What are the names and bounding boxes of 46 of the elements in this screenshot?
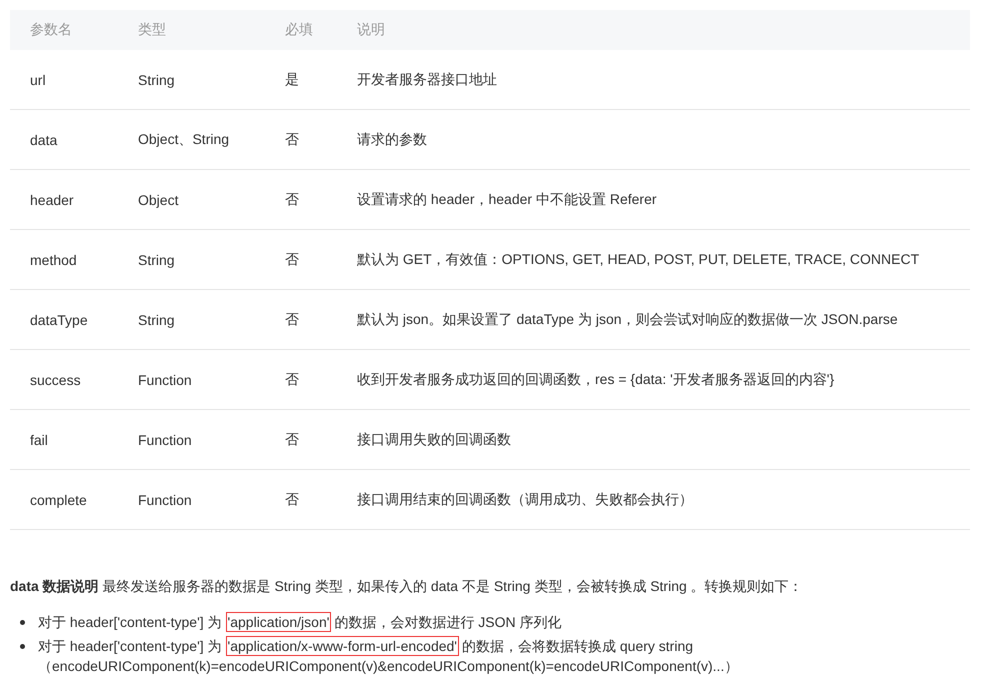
highlighted-text: 'application/x-www-form-url-encoded': [226, 636, 459, 656]
bullet-text: （encodeURIComponent(k)=encodeURIComponent(v)&encodeURIComponent(k)=encodeURIComponent(v)...）: [37, 657, 740, 676]
table-cell-text: 默认为 json。如果设置了 dataType 为 json，则会尝试对响应的数据做一次 JSON.parse: [357, 310, 899, 328]
table-cell-text: 是: [285, 70, 300, 88]
table-cell-text: String: [138, 252, 176, 268]
table-cell-text: complete: [29, 492, 88, 508]
table-cell-text: 请求的参数: [357, 130, 428, 148]
description-text: data 数据说明 最终发送给服务器的数据是 String 类型，如果传入的 data 不是 String 类型，会被转换成 String 。转换规则如下：: [10, 577, 804, 596]
column-header: 说明: [357, 21, 386, 39]
table-cell-text: Function: [138, 432, 193, 448]
column-header: 参数名: [29, 21, 73, 39]
table-cell-text: success: [29, 372, 82, 388]
bullet-text: 的数据，会对数据进行 JSON 序列化: [334, 613, 562, 632]
table-cell-text: Function: [138, 372, 193, 388]
table-cell-text: 设置请求的 header，header 中不能设置 Referer: [357, 190, 658, 208]
table-cell-text: dataType: [29, 312, 89, 328]
table-cell-text: method: [29, 252, 78, 268]
table-cell-text: 收到开发者服务成功返回的回调函数，res = {data: '开发者服务器返回的内容'}: [357, 370, 836, 388]
table-cell-text: 否: [285, 130, 300, 148]
table-cell-text: Object: [138, 192, 180, 208]
column-header: 必填: [285, 21, 314, 39]
table-cell-text: String: [138, 312, 176, 328]
table-cell-text: Function: [138, 492, 193, 508]
table-cell-text: fail: [29, 432, 49, 448]
table-cell-text: 否: [285, 370, 300, 388]
table-cell-text: header: [29, 192, 75, 208]
table-cell-text: 否: [285, 430, 300, 448]
table-cell-text: String: [138, 72, 176, 88]
column-header: 类型: [138, 21, 167, 39]
table-cell-text: 默认为 GET，有效值：OPTIONS, GET, HEAD, POST, PUT, DELETE, TRACE, CONNECT: [357, 250, 920, 268]
table-cell-text: 接口调用失败的回调函数: [357, 430, 512, 448]
bullet-text: 对于 header['content-type'] 为: [38, 637, 222, 656]
bullet-text: 对于 header['content-type'] 为: [38, 613, 222, 632]
table-cell-text: data: [29, 132, 58, 148]
table-cell-text: 开发者服务器接口地址: [357, 70, 498, 88]
table-cell-text: 否: [285, 310, 300, 328]
bullet-icon: [20, 644, 25, 648]
table-cell-text: 否: [285, 490, 300, 508]
table-cell-text: 否: [285, 190, 300, 208]
bullet-text: 的数据，会将数据转换成 query string: [462, 637, 694, 656]
bullet-icon: [20, 620, 25, 624]
highlighted-text: 'application/json': [226, 612, 332, 632]
table-cell-text: 接口调用结束的回调函数（调用成功、失败都会执行）: [357, 490, 694, 508]
table-cell-text: Object、String: [138, 130, 230, 148]
table-cell-text: url: [29, 72, 47, 88]
table-cell-text: 否: [285, 250, 300, 268]
